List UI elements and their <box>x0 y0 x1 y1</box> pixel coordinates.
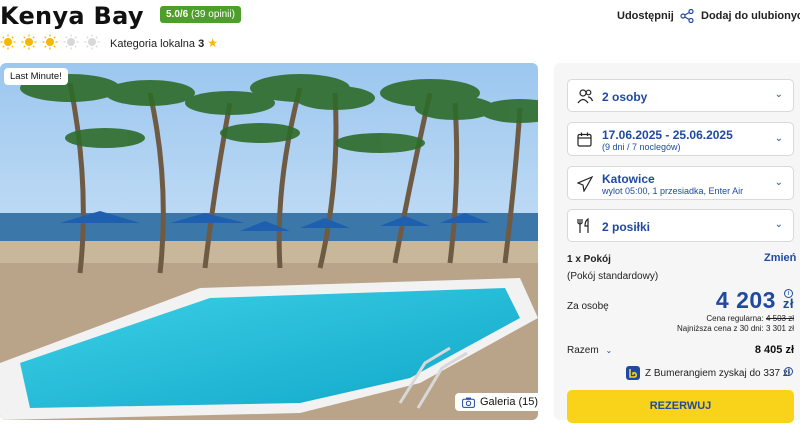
hotel-photo[interactable] <box>0 63 538 420</box>
reserve-button[interactable]: REZERWUJ <box>567 390 794 423</box>
share-icon <box>680 9 694 23</box>
departure-select[interactable]: Katowice wylot 05:00, 1 przesiadka, Ente… <box>567 166 794 200</box>
chevron-down-icon: ⌄ <box>605 346 613 355</box>
regular-price: Cena regularna: 4 503 zł <box>706 314 794 323</box>
category-label: Kategoria lokalna <box>110 38 196 50</box>
gallery-button[interactable]: Galeria (15) <box>455 393 546 411</box>
regular-price-label: Cena regularna: <box>706 314 764 323</box>
per-person-label: Za osobę <box>567 301 609 312</box>
sun-rating <box>0 34 100 50</box>
dates-select[interactable]: 17.06.2025 - 25.06.2025 (9 dni / 7 nocle… <box>567 122 794 156</box>
share-button[interactable]: Udostępnij <box>617 9 694 23</box>
total-value: 8 405 zł <box>754 344 794 356</box>
pool-beach-image <box>0 63 538 420</box>
last-minute-badge: Last Minute! <box>4 68 68 85</box>
rating-count: (39 opinii) <box>191 9 235 20</box>
lowest-price-label: Najniższa cena z 30 dni: <box>677 324 764 333</box>
sun-icon <box>42 34 58 50</box>
price-per-person: 4 203 zł <box>716 287 794 314</box>
cutlery-icon <box>577 218 589 233</box>
meals-label: 2 posiłki <box>602 220 651 234</box>
plane-icon <box>577 176 593 192</box>
rating-score: 5.0/6 <box>166 9 189 20</box>
total-toggle[interactable]: Razem ⌄ <box>567 345 612 356</box>
bonus-info-icon[interactable]: i <box>784 367 793 376</box>
calendar-icon <box>577 132 592 147</box>
price-value: 4 203 <box>715 287 776 313</box>
guests-select[interactable]: 2 osoby ⌄ <box>567 79 794 112</box>
gallery-label: Galeria (15) <box>480 396 539 408</box>
dates-sub: (9 dni / 7 noclegów) <box>602 142 681 152</box>
guests-label: 2 osoby <box>602 90 648 104</box>
rating-badge[interactable]: 5.0/6 (39 opinii) <box>160 6 241 23</box>
room-count: 1 x Pokój <box>567 254 611 265</box>
departure-sub: wylot 05:00, 1 przesiadka, Enter Air <box>602 186 744 196</box>
chevron-down-icon: ⌄ <box>774 177 783 188</box>
bumerang-icon <box>626 366 640 380</box>
sun-icon <box>0 34 16 50</box>
hotel-title: Kenya Bay <box>0 2 144 30</box>
local-category: Kategoria lokalna 3 ★ <box>110 36 218 50</box>
people-icon <box>577 89 593 104</box>
meals-select[interactable]: 2 posiłki ⌄ <box>567 209 794 242</box>
bumerang-text: Z Bumerangiem zyskaj do 337 zł <box>645 367 791 379</box>
favorite-button[interactable]: Dodaj do ulubionych <box>701 9 800 23</box>
sun-empty-icon <box>63 34 79 50</box>
sun-empty-icon <box>84 34 100 50</box>
lowest-price: Najniższa cena z 30 dni: 3 301 zł <box>677 324 794 333</box>
bumerang-bonus: Z Bumerangiem zyskaj do 337 zł <box>626 366 790 380</box>
favorite-label: Dodaj do ulubionych <box>701 10 800 22</box>
dates-label: 17.06.2025 - 25.06.2025 <box>602 128 733 142</box>
sun-icon <box>21 34 37 50</box>
total-label: Razem <box>567 345 599 356</box>
chevron-down-icon: ⌄ <box>774 133 783 144</box>
category-value: 3 <box>198 38 205 50</box>
regular-price-value: 4 503 zł <box>765 314 794 323</box>
room-change-link[interactable]: Zmień <box>764 252 796 264</box>
chevron-down-icon: ⌄ <box>774 89 783 100</box>
share-label: Udostępnij <box>617 10 674 22</box>
lowest-price-value: 3 301 zł <box>765 324 794 333</box>
departure-label: Katowice <box>602 172 655 186</box>
room-type: (Pokój standardowy) <box>567 271 659 282</box>
price-currency: zł <box>782 296 794 311</box>
chevron-down-icon: ⌄ <box>774 219 783 230</box>
star-icon: ★ <box>207 36 219 50</box>
camera-icon <box>462 397 475 408</box>
